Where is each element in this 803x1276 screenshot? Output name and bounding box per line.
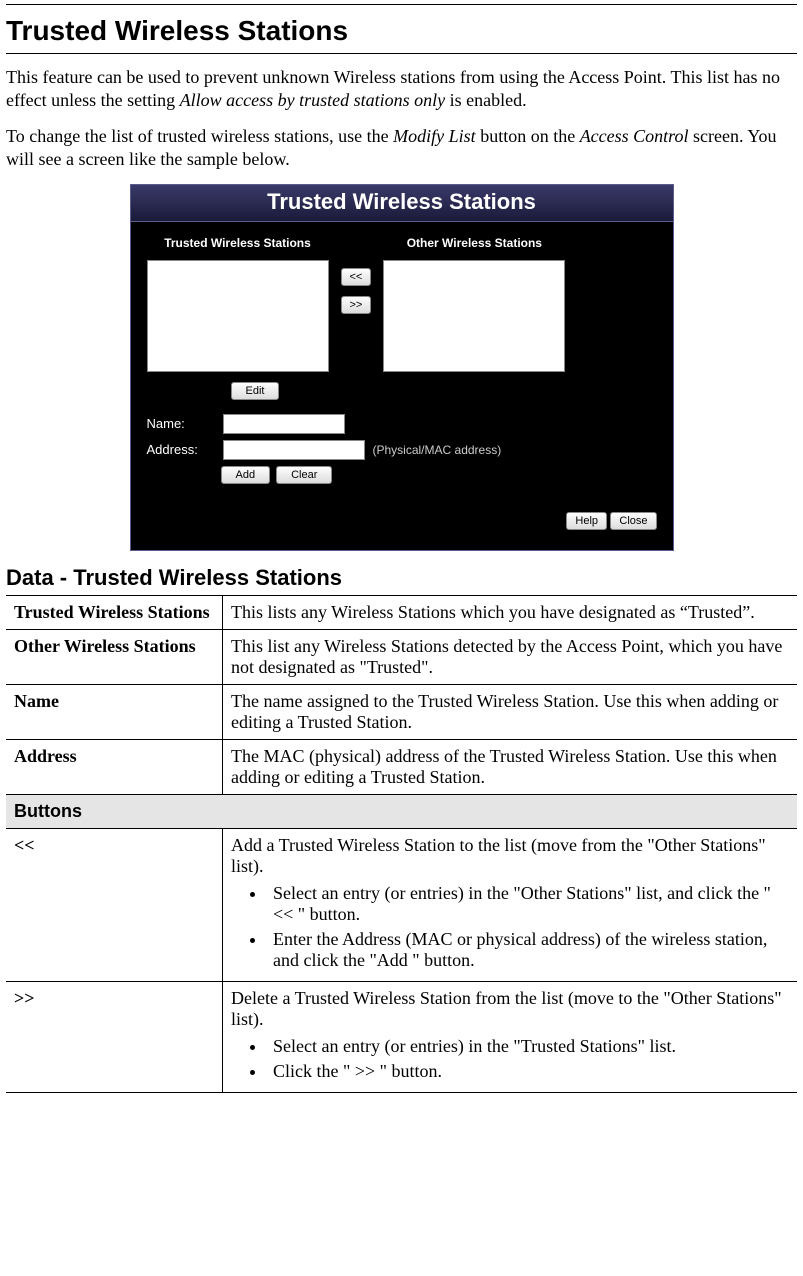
address-label: Address:	[147, 442, 215, 457]
trusted-list-label: Trusted Wireless Stations	[147, 236, 329, 250]
list-item: Click the " >> " button.	[267, 1061, 789, 1082]
cell-key: <<	[6, 828, 223, 981]
address-input[interactable]	[223, 440, 365, 460]
cell-key: Trusted Wireless Stations	[6, 595, 223, 629]
table-row: Trusted Wireless Stations This lists any…	[6, 595, 797, 629]
table-row: Name The name assigned to the Trusted Wi…	[6, 684, 797, 739]
embedded-screenshot: Trusted Wireless Stations Trusted Wirele…	[130, 184, 674, 551]
cell-key: >>	[6, 981, 223, 1092]
text: To change the list of trusted wireless s…	[6, 126, 393, 146]
help-button[interactable]: Help	[566, 512, 607, 530]
close-button[interactable]: Close	[610, 512, 656, 530]
intro-paragraph-2: To change the list of trusted wireless s…	[6, 125, 797, 172]
text-italic: Allow access by trusted stations only	[180, 90, 445, 110]
table-row: Address The MAC (physical) address of th…	[6, 739, 797, 794]
cell-key: Address	[6, 739, 223, 794]
move-left-button[interactable]: <<	[341, 268, 372, 286]
trusted-stations-listbox[interactable]	[147, 260, 329, 372]
clear-button[interactable]: Clear	[276, 466, 332, 484]
cell-val: Delete a Trusted Wireless Station from t…	[223, 981, 798, 1092]
cell-val: The MAC (physical) address of the Truste…	[223, 739, 798, 794]
edit-button[interactable]: Edit	[231, 382, 280, 400]
cell-key: Name	[6, 684, 223, 739]
text-italic: Access Control	[580, 126, 689, 146]
table-row: Other Wireless Stations This list any Wi…	[6, 629, 797, 684]
cell-val: The name assigned to the Trusted Wireles…	[223, 684, 798, 739]
list-item: Select an entry (or entries) in the "Oth…	[267, 883, 789, 925]
list-item: Enter the Address (MAC or physical addre…	[267, 929, 789, 971]
table-row: >> Delete a Trusted Wireless Station fro…	[6, 981, 797, 1092]
text: is enabled.	[445, 90, 526, 110]
table-row: << Add a Trusted Wireless Station to the…	[6, 828, 797, 981]
move-right-button[interactable]: >>	[341, 296, 372, 314]
cell-val: This list any Wireless Stations detected…	[223, 629, 798, 684]
intro-paragraph-1: This feature can be used to prevent unkn…	[6, 66, 797, 113]
section-header: Buttons	[6, 794, 797, 828]
other-list-label: Other Wireless Stations	[383, 236, 565, 250]
cell-val: This lists any Wireless Stations which y…	[223, 595, 798, 629]
name-label: Name:	[147, 416, 215, 431]
data-table: Trusted Wireless Stations This lists any…	[6, 595, 797, 1093]
address-hint: (Physical/MAC address)	[373, 443, 502, 457]
add-button[interactable]: Add	[221, 466, 271, 484]
cell-val: Add a Trusted Wireless Station to the li…	[223, 828, 798, 981]
table-section-row: Buttons	[6, 794, 797, 828]
cell-key: Other Wireless Stations	[6, 629, 223, 684]
name-input[interactable]	[223, 414, 345, 434]
other-stations-listbox[interactable]	[383, 260, 565, 372]
cell-lead: Delete a Trusted Wireless Station from t…	[231, 988, 789, 1030]
list-item: Select an entry (or entries) in the "Tru…	[267, 1036, 789, 1057]
text-italic: Modify List	[393, 126, 476, 146]
text: button on the	[476, 126, 580, 146]
data-section-heading: Data - Trusted Wireless Stations	[6, 565, 797, 591]
cell-lead: Add a Trusted Wireless Station to the li…	[231, 835, 789, 877]
page-title: Trusted Wireless Stations	[6, 15, 797, 47]
embed-title: Trusted Wireless Stations	[131, 185, 673, 222]
